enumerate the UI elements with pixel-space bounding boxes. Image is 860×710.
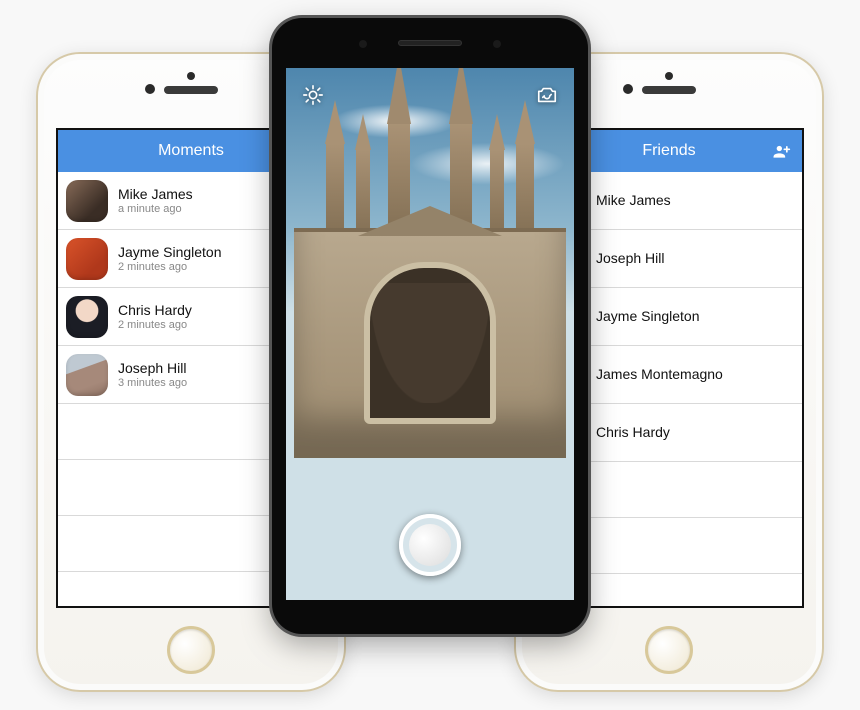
- sensor-dot: [665, 72, 673, 80]
- moment-name: Chris Hardy: [118, 302, 192, 319]
- avatar: [66, 238, 108, 280]
- add-friend-icon[interactable]: [770, 140, 792, 162]
- friend-name: James Montemagno: [596, 366, 723, 383]
- moment-name: Mike James: [118, 186, 193, 203]
- earpiece-speaker: [398, 40, 462, 46]
- moment-time: a minute ago: [118, 203, 193, 215]
- moment-time: 2 minutes ago: [118, 319, 192, 331]
- earpiece-speaker: [164, 86, 218, 94]
- shutter-button[interactable]: [399, 514, 461, 576]
- android-camera-phone: [272, 18, 588, 634]
- photo-building: [294, 228, 566, 458]
- camera-viewfinder: [286, 68, 574, 600]
- home-button[interactable]: [645, 626, 693, 674]
- moments-title: Moments: [158, 142, 224, 160]
- moment-name: Jayme Singleton: [118, 244, 222, 261]
- sun-icon[interactable]: [300, 82, 326, 108]
- friend-name: Chris Hardy: [596, 424, 670, 441]
- friend-name: Joseph Hill: [596, 250, 664, 267]
- friend-name: Jayme Singleton: [596, 308, 700, 325]
- sensor-dot: [187, 72, 195, 80]
- moment-time: 3 minutes ago: [118, 377, 187, 389]
- moment-name: Joseph Hill: [118, 360, 187, 377]
- moment-time: 2 minutes ago: [118, 261, 222, 273]
- home-button[interactable]: [167, 626, 215, 674]
- earpiece-speaker: [642, 86, 696, 94]
- friends-title: Friends: [642, 142, 695, 160]
- avatar: [66, 296, 108, 338]
- front-camera-dot: [623, 84, 633, 94]
- avatar: [66, 354, 108, 396]
- front-camera-dot: [145, 84, 155, 94]
- avatar: [66, 180, 108, 222]
- friend-name: Mike James: [596, 192, 671, 209]
- camera-switch-icon[interactable]: [534, 82, 560, 108]
